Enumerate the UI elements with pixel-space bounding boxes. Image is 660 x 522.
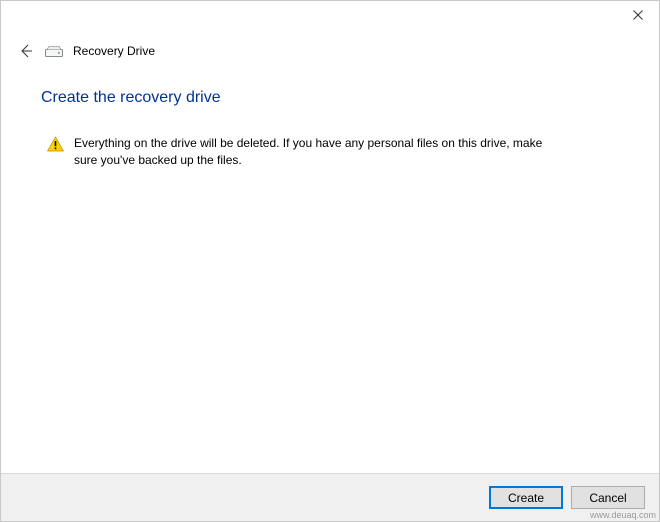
back-arrow-icon: [17, 43, 33, 59]
page-title: Create the recovery drive: [41, 89, 619, 107]
warning-icon: [47, 136, 64, 157]
recovery-drive-dialog: Recovery Drive Create the recovery drive…: [0, 0, 660, 522]
content-area: Create the recovery drive Everything on …: [1, 69, 659, 473]
close-button[interactable]: [620, 4, 656, 26]
titlebar: [1, 1, 659, 31]
warning-row: Everything on the drive will be deleted.…: [41, 135, 619, 170]
back-button[interactable]: [15, 41, 35, 61]
create-button[interactable]: Create: [489, 486, 563, 509]
header-row: Recovery Drive: [1, 31, 659, 69]
close-icon: [633, 10, 643, 20]
button-bar: Create Cancel: [1, 473, 659, 521]
cancel-button[interactable]: Cancel: [571, 486, 645, 509]
watermark: www.deuaq.com: [590, 510, 656, 520]
drive-icon: [45, 44, 63, 58]
header-title: Recovery Drive: [73, 44, 155, 58]
warning-text: Everything on the drive will be deleted.…: [74, 135, 564, 170]
